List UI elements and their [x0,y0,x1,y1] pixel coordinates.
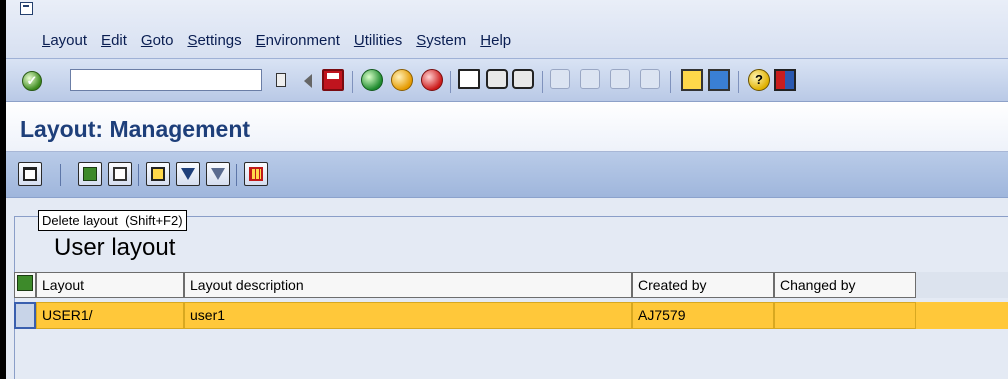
cancel-icon[interactable] [421,69,443,91]
menu-help[interactable]: Help [480,32,511,49]
choose-icon [83,167,97,181]
delete-filter-button[interactable] [206,162,230,186]
toolbar-separator [542,71,543,93]
find-icon[interactable] [486,69,508,89]
cell-created-by[interactable]: AJ7579 [632,302,774,329]
printer-icon [151,167,165,181]
toolbar-separator [236,164,237,186]
toolbar-separator [138,164,139,186]
column-header-created-by[interactable]: Created by [632,272,774,298]
menu-layout[interactable]: Layout [42,32,87,49]
choose-layout-button[interactable] [78,162,102,186]
customize-layout-icon[interactable] [774,69,796,91]
standard-toolbar: ✓ ? [6,58,1008,102]
shortcut-icon[interactable] [708,69,730,91]
next-page-icon[interactable] [610,69,630,89]
system-menu-icon[interactable] [20,2,33,15]
exit-icon[interactable] [391,69,413,91]
header-filler [916,272,1008,298]
create-session-icon[interactable] [681,69,703,91]
find-next-icon[interactable] [512,69,534,89]
menu-items: Layout Edit Goto Settings Environment Ut… [42,32,525,49]
last-page-icon[interactable] [640,69,660,89]
filter-button[interactable] [176,162,200,186]
print-icon[interactable] [458,69,480,89]
toolbar-separator [738,71,739,93]
toolbar-separator [60,164,61,186]
select-all-button[interactable] [14,272,36,298]
change-layout-button[interactable] [244,162,268,186]
page-title: Layout: Management [20,116,251,142]
first-page-icon[interactable] [550,69,570,89]
help-icon[interactable]: ? [748,69,770,91]
cell-description[interactable]: user1 [184,302,632,329]
save-icon[interactable] [322,69,344,91]
columns-icon [249,167,263,181]
cell-layout[interactable]: USER1/ [36,302,184,329]
column-header-layout[interactable]: Layout [36,272,184,298]
filter-icon [181,168,195,180]
title-bar: Layout: Management [6,102,1008,152]
back-arrow-icon[interactable] [304,74,312,88]
command-field[interactable] [70,69,262,91]
application-toolbar [6,152,1008,198]
column-header-description[interactable]: Layout description [184,272,632,298]
filter-delete-icon [211,168,225,180]
menu-system[interactable]: System [416,32,466,49]
menu-settings[interactable]: Settings [187,32,241,49]
tooltip: Delete layout (Shift+F2) [38,210,187,231]
save-layout-button[interactable] [108,162,132,186]
enter-icon[interactable]: ✓ [22,71,42,91]
toolbar-separator [670,71,671,93]
menu-utilities[interactable]: Utilities [354,32,402,49]
row-filler [916,302,1008,329]
print-button[interactable] [146,162,170,186]
column-header-changed-by[interactable]: Changed by [774,272,916,298]
command-history-icon[interactable] [276,73,286,87]
menu-goto[interactable]: Goto [141,32,174,49]
cell-changed-by[interactable] [774,302,916,329]
menu-bar: Layout Edit Goto Settings Environment Ut… [6,0,1008,58]
delete-layout-button[interactable] [18,162,42,186]
row-selector[interactable] [14,302,36,329]
table-header: Layout Layout description Created by Cha… [14,272,1008,298]
group-title: User layout [54,234,176,261]
toolbar-separator [352,71,353,93]
previous-page-icon[interactable] [580,69,600,89]
select-all-icon [17,275,33,291]
trash-icon [23,167,37,181]
menu-environment[interactable]: Environment [256,32,340,49]
back-icon[interactable] [361,69,383,91]
menu-edit[interactable]: Edit [101,32,127,49]
toolbar-separator [450,71,451,93]
document-icon [113,167,127,181]
table-row[interactable]: USER1/ user1 AJ7579 [14,302,1008,329]
